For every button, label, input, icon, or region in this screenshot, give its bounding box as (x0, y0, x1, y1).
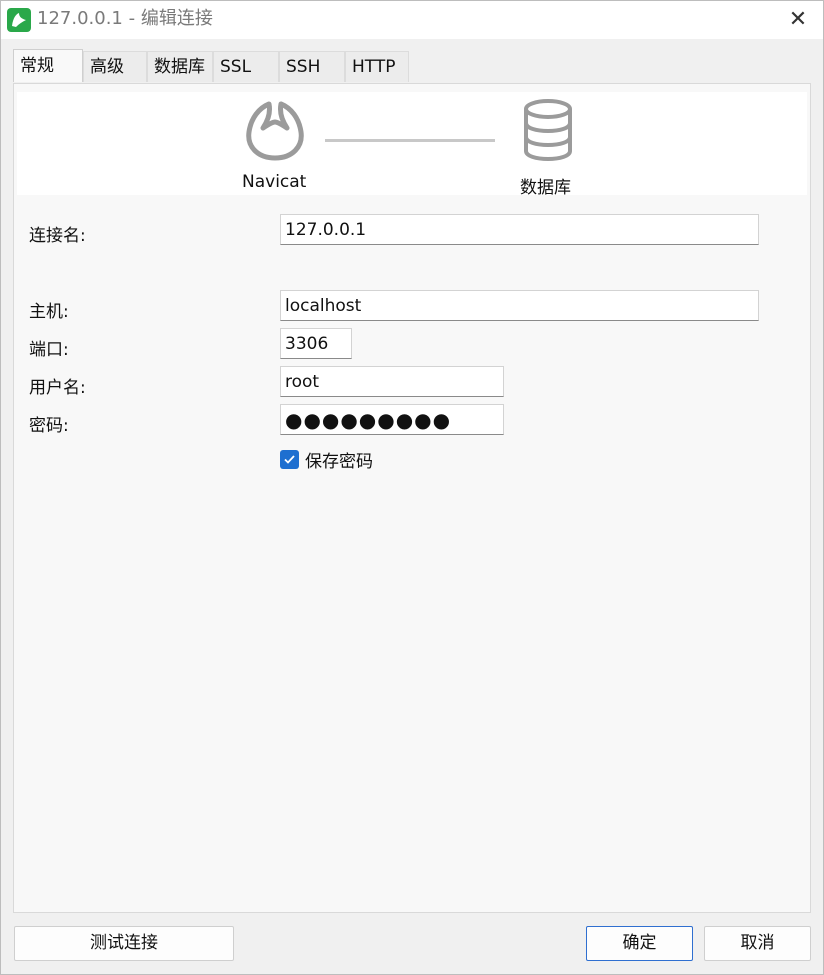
title-bar: 127.0.0.1 - 编辑连接 ✕ (1, 1, 823, 39)
close-button[interactable]: ✕ (783, 5, 813, 35)
tab-bar: 常规 高级 数据库 SSL SSH HTTP (13, 49, 409, 83)
navicat-label: Navicat (242, 172, 307, 192)
password-input[interactable] (280, 404, 504, 435)
tab-general[interactable]: 常规 (13, 49, 83, 82)
general-tab-panel: Navicat 数据库 连接名: 主机: 端口: 用户名: 密码: 保存密码 (13, 83, 811, 913)
password-label: 密码: (29, 416, 69, 436)
test-connection-button[interactable]: 测试连接 (14, 926, 234, 961)
tab-database[interactable]: 数据库 (147, 51, 213, 82)
database-label: 数据库 (520, 178, 571, 198)
connector-line (325, 139, 495, 142)
cancel-button[interactable]: 取消 (704, 926, 811, 961)
tab-advanced[interactable]: 高级 (83, 51, 147, 82)
database-icon (522, 99, 574, 162)
host-input[interactable] (280, 290, 759, 321)
connection-diagram: Navicat 数据库 (17, 92, 807, 198)
window-title: 127.0.0.1 - 编辑连接 (37, 8, 213, 29)
tab-ssh[interactable]: SSH (279, 51, 345, 82)
save-password-label: 保存密码 (305, 451, 373, 472)
username-label: 用户名: (29, 378, 86, 398)
close-icon: ✕ (788, 7, 808, 32)
host-label: 主机: (29, 302, 69, 322)
save-password-checkbox[interactable] (280, 449, 299, 469)
connection-name-input[interactable] (280, 214, 759, 245)
username-input[interactable] (280, 366, 504, 397)
tab-ssl[interactable]: SSL (213, 51, 279, 82)
navicat-logo-icon (243, 98, 307, 162)
edit-connection-window: 127.0.0.1 - 编辑连接 ✕ 常规 高级 数据库 SSL SSH HTT… (0, 0, 824, 975)
tab-http[interactable]: HTTP (345, 51, 409, 82)
save-password-option[interactable]: 保存密码 (280, 448, 373, 472)
checkmark-icon (284, 454, 295, 464)
ok-button[interactable]: 确定 (586, 926, 693, 961)
port-label: 端口: (29, 340, 69, 360)
connection-name-label: 连接名: (29, 226, 86, 246)
navicat-app-icon (7, 8, 31, 32)
port-input[interactable] (280, 328, 352, 359)
